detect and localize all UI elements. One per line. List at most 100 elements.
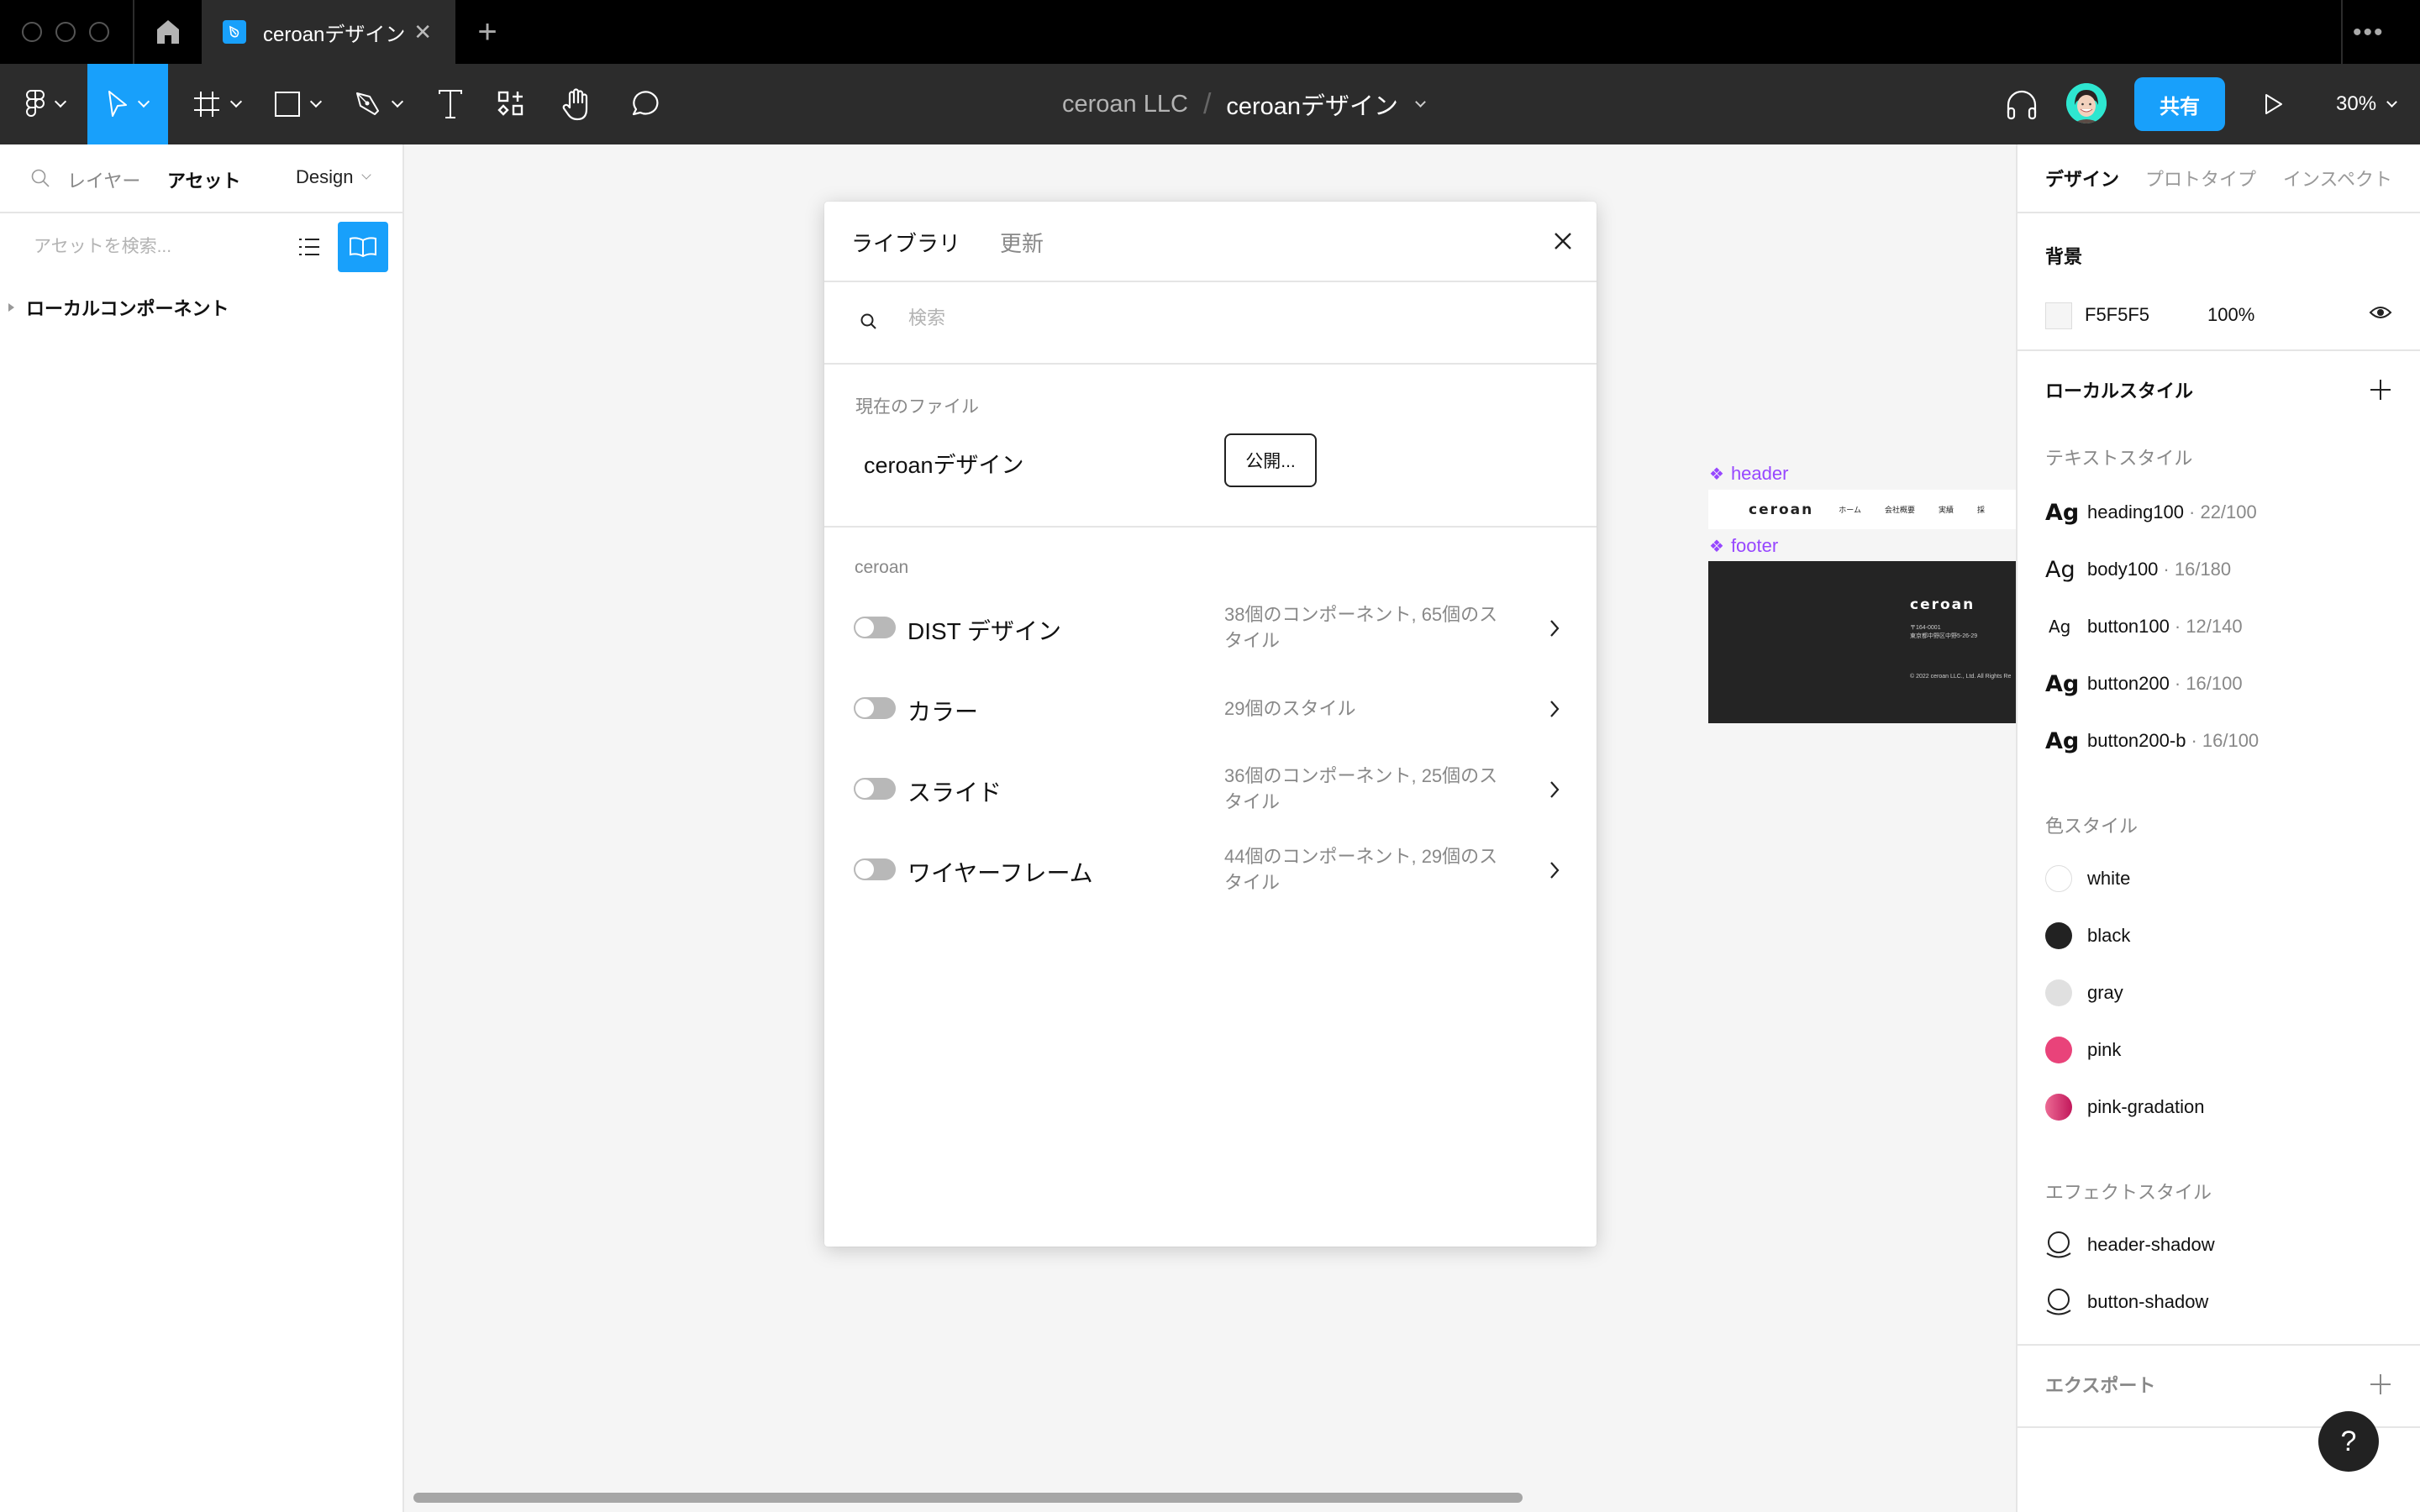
help-button[interactable]: ? xyxy=(2318,1411,2379,1472)
add-style-plus-icon[interactable] xyxy=(2370,380,2391,400)
comment-tool-button[interactable] xyxy=(618,64,670,144)
background-color-swatch[interactable] xyxy=(2045,302,2072,329)
effect-style-item[interactable]: button-shadow xyxy=(2045,1285,2208,1319)
component-name: header xyxy=(1730,463,1789,484)
library-toggle[interactable] xyxy=(854,858,896,880)
asset-search-input[interactable]: アセットを検索... xyxy=(34,233,171,258)
library-meta: 29個のスタイル xyxy=(1224,698,1356,719)
zoom-level-value: 30% xyxy=(2336,92,2377,115)
close-tab-icon[interactable]: ✕ xyxy=(413,19,432,45)
component-label-footer[interactable]: ❖ footer xyxy=(1709,535,1778,557)
footer-copyright: © 2022 ceroan LLC., Ltd. All Rights Re xyxy=(1910,674,2012,680)
add-export-plus-icon[interactable] xyxy=(2370,1374,2391,1394)
divider xyxy=(2018,1344,2420,1346)
library-row[interactable]: ワイヤーフレーム 44個のコンポーネント, 29個のスタイル xyxy=(824,830,1597,911)
breadcrumb-team[interactable]: ceroan LLC xyxy=(1062,91,1188,118)
library-row[interactable]: DIST デザイン 38個のコンポーネント, 65個のスタイル xyxy=(824,588,1597,669)
background-hex-value[interactable]: F5F5F5 xyxy=(2085,304,2149,326)
library-toggle[interactable] xyxy=(854,617,896,638)
shape-tool-button[interactable] xyxy=(264,64,331,144)
user-avatar[interactable] xyxy=(2066,83,2107,123)
library-toggle[interactable] xyxy=(854,778,896,800)
chevron-right-icon[interactable] xyxy=(1547,697,1562,721)
footer-component-frame[interactable]: ceroan 〒164-0001 東京都中野区中野5-26-29 © 2022 … xyxy=(1708,561,2016,723)
main-menu-button[interactable] xyxy=(12,64,79,144)
pen-tool-button[interactable] xyxy=(345,64,412,144)
share-button[interactable]: 共有 xyxy=(2134,77,2225,131)
library-search-input[interactable] xyxy=(908,307,1547,329)
color-style-item[interactable]: gray xyxy=(2045,976,2123,1010)
export-title: エクスポート xyxy=(2045,1375,2156,1396)
text-style-item[interactable]: Ag button200 · 16/100 xyxy=(2045,667,2243,701)
window-close-button[interactable] xyxy=(22,22,42,42)
component-label-header[interactable]: ❖ header xyxy=(1709,463,1788,485)
tab-assets[interactable]: アセット xyxy=(167,166,241,193)
audio-chat-button[interactable] xyxy=(1996,64,2047,144)
library-row[interactable]: カラー 29個のスタイル xyxy=(824,669,1597,749)
color-style-item[interactable]: black xyxy=(2045,919,2130,953)
library-meta: 36個のコンポーネント, 25個のスタイル xyxy=(1224,765,1498,812)
horizontal-scrollbar[interactable] xyxy=(413,1493,1523,1503)
color-style-item[interactable]: pink xyxy=(2045,1033,2121,1067)
list-view-button[interactable] xyxy=(294,222,324,272)
drop-shadow-icon xyxy=(2046,1289,2071,1315)
close-icon[interactable] xyxy=(1549,227,1577,255)
header-component-frame[interactable]: ceroan ホーム 会社概要 実績 採 xyxy=(1708,490,2016,529)
local-components-section[interactable]: ローカルコンポーネント xyxy=(8,294,229,321)
publish-button[interactable]: 公開... xyxy=(1224,433,1317,487)
new-tab-button[interactable]: + xyxy=(471,12,504,52)
color-swatch-white xyxy=(2045,865,2072,892)
text-style-item[interactable]: Ag button100 · 12/140 xyxy=(2045,610,2243,643)
team-section-label: ceroan xyxy=(855,558,909,577)
header-nav-item: 会社概要 xyxy=(1884,506,1915,514)
tab-design[interactable]: デザイン xyxy=(2045,165,2119,192)
file-tab[interactable]: ceroanデザイン ✕ xyxy=(202,0,455,64)
dialog-header: ライブラリ 更新 xyxy=(824,202,1597,282)
comment-bubble-icon xyxy=(632,91,659,116)
zoom-level-dropdown[interactable]: 30% xyxy=(2336,64,2397,144)
components-resources-icon xyxy=(497,91,523,116)
text-style-item[interactable]: Ag body100 · 16/180 xyxy=(2045,553,2231,586)
header-nav-item: ホーム xyxy=(1839,506,1861,514)
move-tool-button[interactable] xyxy=(87,64,168,144)
text-style-meta: · 22/100 xyxy=(2189,501,2257,522)
color-style-name: white xyxy=(2087,868,2131,889)
window-minimize-button[interactable] xyxy=(55,22,76,42)
home-button[interactable] xyxy=(134,0,202,64)
background-opacity-value[interactable]: 100% xyxy=(2207,304,2254,326)
effect-style-item[interactable]: header-shadow xyxy=(2045,1228,2215,1262)
hand-tool-button[interactable] xyxy=(550,64,602,144)
text-tool-button[interactable] xyxy=(424,64,476,144)
resources-tool-button[interactable] xyxy=(485,64,537,144)
color-style-item[interactable]: white xyxy=(2045,862,2130,895)
window-tab-bar: ceroanデザイン ✕ + ••• xyxy=(0,0,2420,64)
breadcrumb-file[interactable]: ceroanデザイン xyxy=(1226,87,1398,122)
present-button[interactable] xyxy=(2249,64,2299,144)
chevron-right-icon[interactable] xyxy=(1547,778,1562,801)
search-icon[interactable] xyxy=(30,168,50,188)
page-selector[interactable]: Design xyxy=(296,166,372,188)
tab-updates[interactable]: 更新 xyxy=(1000,227,1044,258)
chevron-down-icon[interactable] xyxy=(1415,96,1426,108)
text-style-item[interactable]: Ag heading100 · 22/100 xyxy=(2045,496,2257,529)
color-swatch-pink-gradation xyxy=(2045,1094,2072,1121)
color-style-item[interactable]: pink-gradation xyxy=(2045,1090,2204,1124)
text-style-name: body100 xyxy=(2087,559,2159,580)
frame-tool-button[interactable] xyxy=(183,64,250,144)
chevron-right-icon[interactable] xyxy=(1547,617,1562,640)
tab-prototype[interactable]: プロトタイプ xyxy=(2145,165,2256,192)
tab-divider xyxy=(2341,0,2343,64)
eye-visibility-icon[interactable] xyxy=(2369,304,2392,321)
window-maximize-button[interactable] xyxy=(89,22,109,42)
tab-layers[interactable]: レイヤー xyxy=(67,166,140,193)
tab-inspect[interactable]: インスペクト xyxy=(2283,165,2392,192)
more-options-button[interactable]: ••• xyxy=(2353,18,2385,47)
team-library-button[interactable] xyxy=(338,222,388,272)
cursor-arrow-icon xyxy=(108,91,127,117)
library-toggle[interactable] xyxy=(854,697,896,719)
text-style-item[interactable]: Ag button200-b · 16/100 xyxy=(2045,724,2259,758)
library-row[interactable]: スライド 36個のコンポーネント, 25個のスタイル xyxy=(824,749,1597,830)
chevron-right-icon[interactable] xyxy=(1547,858,1562,882)
tab-libraries[interactable]: ライブラリ xyxy=(851,227,960,258)
drop-shadow-icon xyxy=(2046,1231,2071,1258)
